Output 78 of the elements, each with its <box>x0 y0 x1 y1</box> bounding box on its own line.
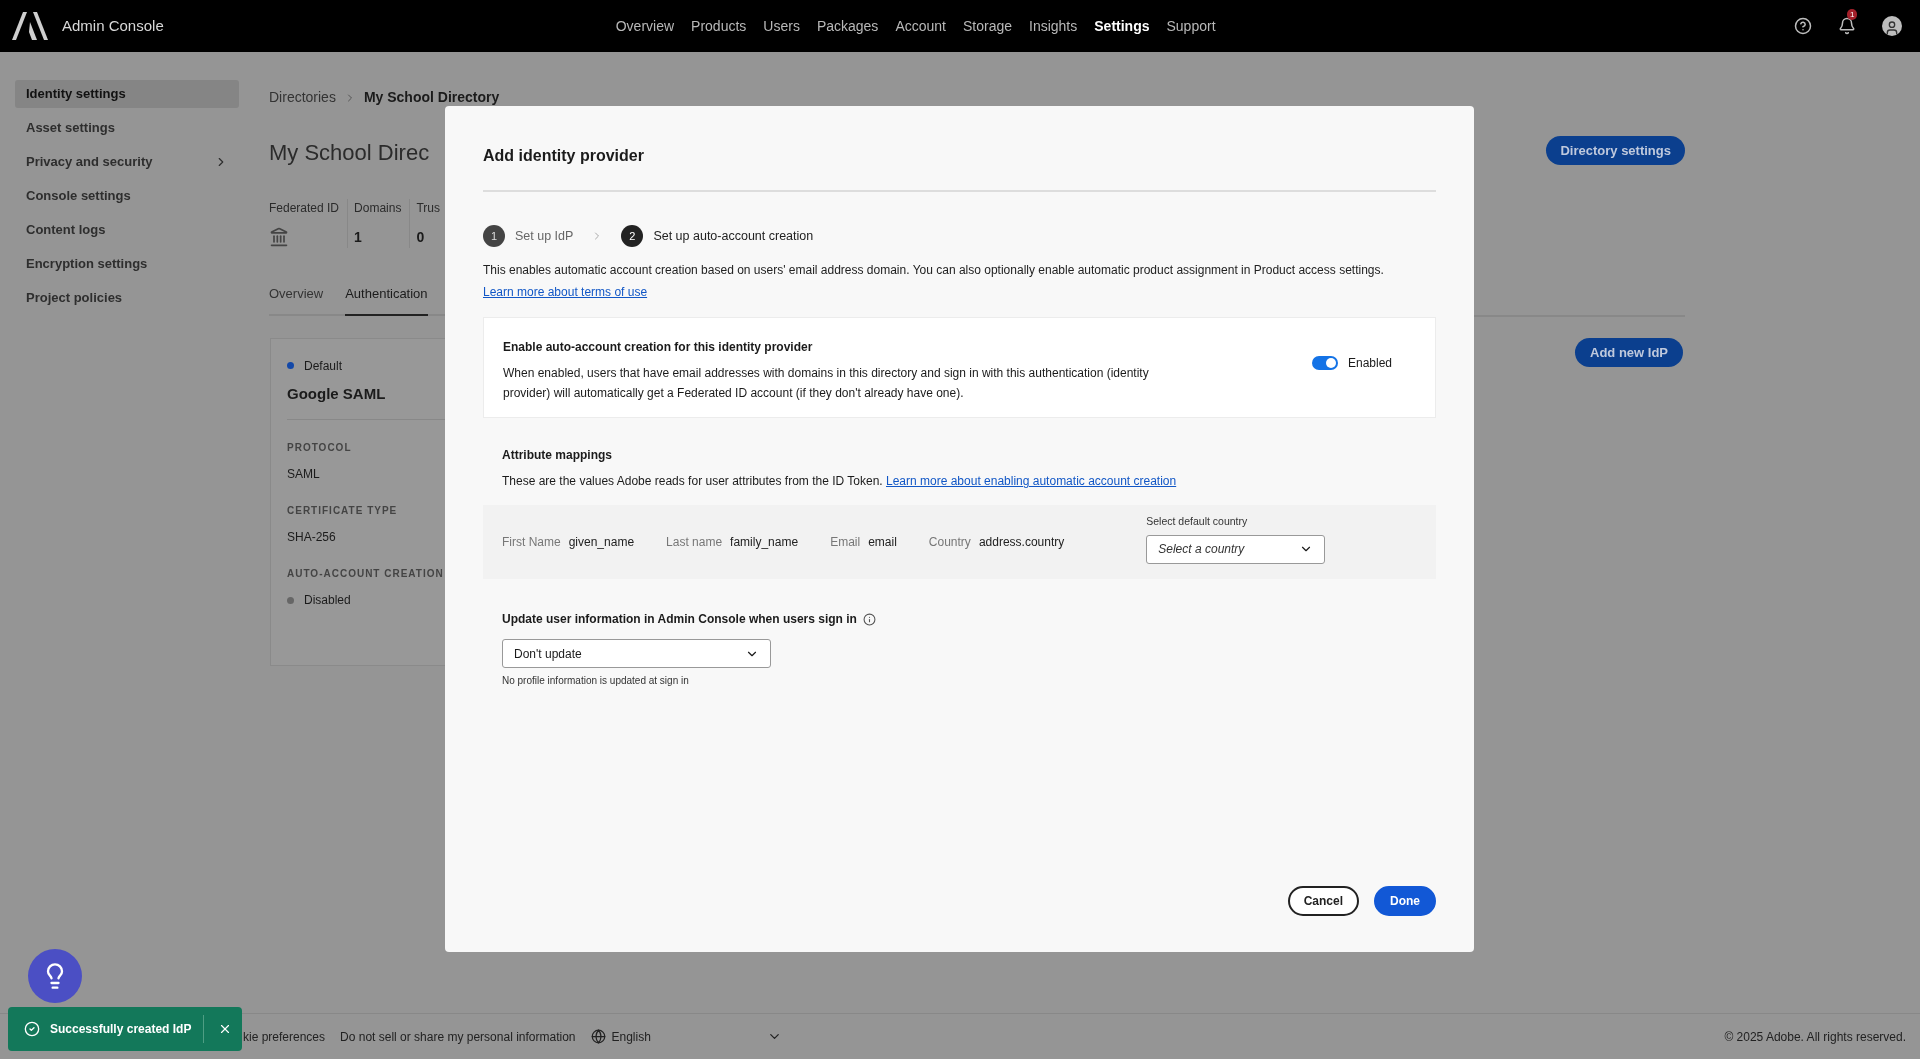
tab[interactable]: Authentication <box>345 284 428 316</box>
toast-message: Successfully created IdP <box>50 1021 192 1038</box>
nav-link[interactable]: Account <box>895 15 946 37</box>
section-title: Attribute mappings <box>502 447 612 464</box>
stat-label: Federated ID <box>269 200 340 217</box>
wizard-step: 1 Set up IdP <box>483 225 574 247</box>
stat-label: Trus <box>416 200 440 217</box>
country-select[interactable]: Select a country <box>1146 534 1326 564</box>
check-icon <box>24 1021 40 1037</box>
field-label: PROTOCOL <box>287 441 352 455</box>
sidebar-item[interactable]: Project policies <box>15 284 239 312</box>
mapping-value: family_name <box>730 534 799 551</box>
stat-label: Domains <box>354 200 402 217</box>
help-icon[interactable] <box>1794 17 1812 35</box>
language-select[interactable]: English <box>611 1027 767 1046</box>
mapping-value: given_name <box>568 534 635 551</box>
app-name: Admin Console <box>62 15 164 36</box>
enabled-toggle[interactable]: Enabled <box>1311 355 1392 371</box>
add-idp-button[interactable]: Add new IdP <box>1575 338 1683 367</box>
field-value: SAML <box>287 466 320 483</box>
section-description: These are the values Adobe reads for user attributes from the ID Token. Learn more about enabling automatic account creation <box>502 473 1177 490</box>
nav-link[interactable]: Products <box>691 15 747 37</box>
idp-name: Google SAML <box>287 383 386 404</box>
sidebar-item[interactable]: Asset settings <box>15 114 239 142</box>
copyright: © 2025 Adobe. All rights reserved. <box>1724 1028 1906 1046</box>
nav-link[interactable]: Insights <box>1029 15 1078 37</box>
country-select-label: Select default country <box>1146 514 1249 530</box>
nav-link[interactable]: Support <box>1166 15 1216 37</box>
sidebar-item[interactable]: Encryption settings <box>15 250 239 278</box>
sidebar-item[interactable]: Content logs <box>15 216 239 244</box>
footer-link[interactable]: Do not sell or share my personal information <box>340 1027 576 1046</box>
nav-link[interactable]: Packages <box>816 15 879 37</box>
helper-text: No profile information is updated at sign in <box>502 674 689 688</box>
mapping-label: Country <box>928 534 971 551</box>
breadcrumb-link[interactable]: Directories <box>269 87 336 108</box>
sidebar-item[interactable]: Console settings <box>15 182 239 210</box>
globe-icon <box>590 1029 606 1044</box>
panel-title: Enable auto-account creation for this identity provider <box>503 339 813 356</box>
modal-title: Add identity provider <box>483 146 644 166</box>
nav-link[interactable]: Users <box>763 15 800 37</box>
done-button[interactable]: Done <box>1374 886 1436 916</box>
mapping-label: First Name <box>502 534 561 551</box>
bank-icon <box>269 227 289 247</box>
page-title: My School Direc <box>269 139 430 167</box>
notification-badge: 1 <box>1847 9 1858 20</box>
update-select[interactable]: Don't update <box>502 639 771 668</box>
breadcrumb-current: My School Directory <box>363 88 500 107</box>
lightbulb-button[interactable] <box>28 949 82 1003</box>
directory-settings-button[interactable]: Directory settings <box>1546 136 1685 165</box>
logo-icon[interactable] <box>12 12 48 40</box>
nav-link[interactable]: Settings <box>1094 15 1150 37</box>
field-value: Disabled <box>304 592 351 609</box>
mapping-value: email <box>868 534 897 551</box>
stat-value: 1 <box>354 228 363 247</box>
sidebar-item[interactable]: Privacy and security <box>15 148 239 176</box>
auto-account-link[interactable]: Learn more about enabling automatic account creation <box>886 474 1177 488</box>
cancel-button[interactable]: Cancel <box>1287 886 1359 916</box>
field-label: CERTIFICATE TYPE <box>287 504 398 518</box>
notification-icon[interactable] <box>1838 17 1856 35</box>
wizard-step: 2 Set up auto-account creation <box>621 225 814 247</box>
avatar[interactable] <box>1882 16 1902 36</box>
mapping-value: address.country <box>978 534 1065 551</box>
mapping-label: Last name <box>666 534 723 551</box>
modal-description: This enables automatic account creation based on users' email address domain. You can also optionally enable automatic product assignment in Product access settings. <box>483 262 1384 279</box>
panel-description: When enabled, users that have email addresses with domains in this directory and sign in with this authentication (identity provider) will automatically get a Federated ID account (if they don't already have one). <box>503 365 1150 402</box>
sidebar-item[interactable]: Identity settings <box>15 80 239 108</box>
stat-value: 0 <box>416 228 426 247</box>
terms-link[interactable]: Learn more about terms of use <box>483 283 648 301</box>
field-label: AUTO-ACCOUNT CREATION <box>287 567 444 581</box>
tab[interactable]: Overview <box>269 284 324 316</box>
info-icon[interactable] <box>862 612 876 626</box>
mapping-label: Email <box>830 534 861 551</box>
nav-link[interactable]: Storage <box>962 15 1012 37</box>
footer-link[interactable]: kie preferences <box>243 1027 326 1046</box>
field-value: SHA-256 <box>287 529 336 546</box>
section-title: Update user information in Admin Console when users sign in <box>502 611 857 628</box>
nav-link[interactable]: Overview <box>615 15 675 37</box>
default-label: Default <box>304 357 343 375</box>
